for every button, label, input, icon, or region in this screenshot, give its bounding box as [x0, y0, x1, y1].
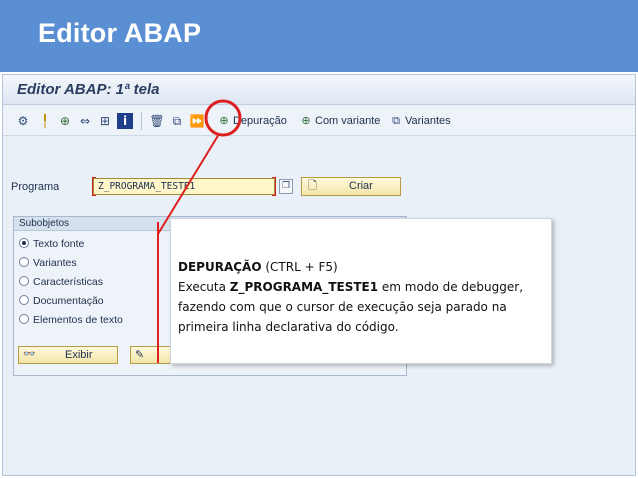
callout-shortcut: (CTRL + F5): [261, 260, 338, 274]
copy-icon[interactable]: ⧉: [169, 113, 185, 129]
new-document-icon: 🗋: [308, 180, 317, 192]
delete-icon[interactable]: 🗑: [149, 113, 165, 129]
callout-line-2: fazendo com que o cursor de execução sej…: [178, 300, 507, 314]
callout-line-3: primeira linha declarativa do código.: [178, 320, 399, 334]
program-input[interactable]: Z_PROGRAMA_TESTE1: [93, 178, 275, 195]
slide-title: Editor ABAP: [38, 18, 202, 48]
radio-icon: [19, 276, 29, 286]
window-title: Editor ABAP: 1ª tela: [17, 81, 160, 98]
glasses-icon: 👓: [23, 349, 36, 360]
sap-titlebar: Editor ABAP: 1ª tela: [3, 75, 635, 105]
modify-button[interactable]: ✎: [130, 346, 174, 364]
hierarchy-icon[interactable]: ⊞: [97, 113, 113, 129]
program-objects-icon[interactable]: ⚙: [15, 113, 31, 129]
application-toolbar: ⚙ ╿ ⊕ ⇔ ⊞ i 🗑 ⧉ ⏩ ⊕ Depuração ⊕ Com varian…: [3, 106, 635, 136]
radio-selected-icon: [19, 238, 29, 248]
radio-source-text[interactable]: Texto fonte: [19, 237, 84, 251]
radio-documentation[interactable]: Documentação: [19, 294, 104, 308]
execute-icon[interactable]: ⏩: [189, 113, 205, 129]
with-variant-button[interactable]: ⊕ Com variante: [299, 112, 380, 130]
variants-icon: ⧉: [392, 115, 400, 127]
create-button[interactable]: 🗋 Criar: [301, 177, 401, 196]
debug-button[interactable]: ⊕ Depuração: [217, 112, 286, 130]
debug-icon: ⊕: [219, 115, 229, 127]
radio-icon: [19, 257, 29, 267]
toolbar-separator: [141, 112, 142, 130]
run-variant-icon: ⊕: [301, 115, 311, 127]
value-help-icon[interactable]: ❐: [279, 179, 293, 194]
subobjects-title: Subobjetos: [19, 218, 70, 229]
radio-attributes[interactable]: Características: [19, 275, 103, 289]
radio-icon: [19, 314, 29, 324]
debug-callout: DEPURAÇÃO (CTRL + F5) Executa Z_PROGRAMA…: [170, 218, 552, 364]
variants-button[interactable]: ⧉ Variantes: [389, 112, 451, 130]
required-marker-left: [92, 177, 96, 196]
callout-text: DEPURAÇÃO (CTRL + F5) Executa Z_PROGRAMA…: [178, 257, 548, 337]
required-marker-right: [272, 177, 276, 196]
where-used-icon[interactable]: ╿: [37, 113, 53, 129]
callout-heading: DEPURAÇÃO: [178, 260, 262, 274]
info-icon[interactable]: i: [117, 113, 133, 129]
radio-text-elements[interactable]: Elementos de texto: [19, 313, 123, 327]
check-icon[interactable]: ⊕: [57, 113, 73, 129]
program-label: Programa: [11, 181, 60, 193]
callout-program-name: Z_PROGRAMA_TESTE1: [229, 280, 379, 294]
move-icon[interactable]: ⇔: [77, 113, 93, 129]
pencil-icon: ✎: [135, 348, 145, 361]
slide-header: Editor ABAP: [0, 0, 638, 72]
radio-variants[interactable]: Variantes: [19, 256, 77, 270]
display-button[interactable]: 👓 Exibir: [18, 346, 118, 364]
radio-icon: [19, 295, 29, 305]
